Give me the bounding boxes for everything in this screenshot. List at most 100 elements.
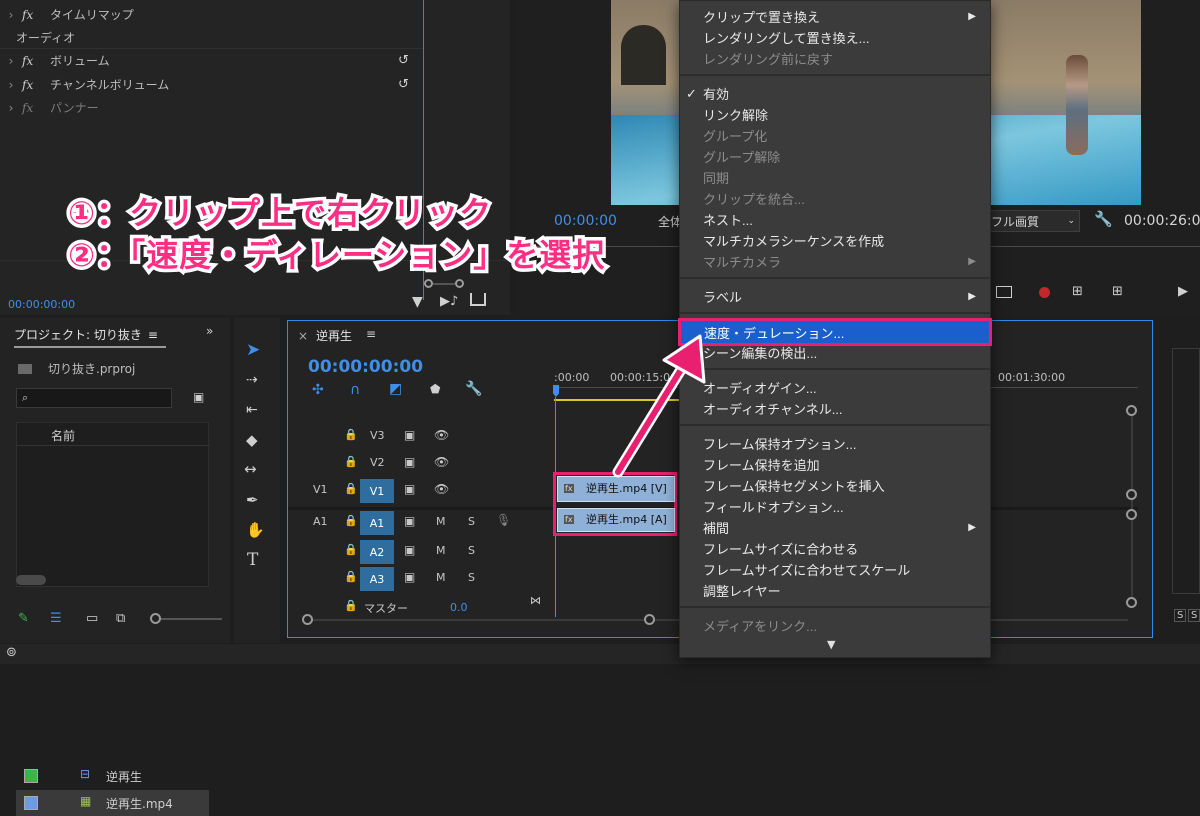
- eye-icon[interactable]: 👁: [434, 482, 449, 496]
- close-icon[interactable]: ×: [298, 329, 308, 343]
- chevron-right-icon[interactable]: ›: [0, 8, 22, 22]
- master-value[interactable]: 0.0: [450, 601, 468, 614]
- eye-icon[interactable]: 👁: [434, 428, 449, 442]
- selection-tool-icon[interactable]: ➤: [246, 340, 260, 360]
- menu-item[interactable]: ラベル ▶: [680, 286, 990, 307]
- timeline-menu-icon[interactable]: ≡: [366, 327, 376, 341]
- menu-item[interactable]: ネスト...: [680, 209, 990, 230]
- linked-selection-icon[interactable]: ◩: [389, 381, 402, 397]
- hand-tool-icon[interactable]: ✋: [246, 521, 265, 539]
- menu-item[interactable]: マルチカメラシーケンスを作成: [680, 230, 990, 251]
- menu-item[interactable]: フレームサイズに合わせる: [680, 538, 990, 559]
- menu-item[interactable]: フレーム保持を追加: [680, 454, 990, 475]
- project-hscroll[interactable]: [16, 575, 46, 585]
- label-color-swatch[interactable]: [24, 796, 38, 810]
- mute-button[interactable]: M: [436, 544, 446, 557]
- snap-icon[interactable]: ∩: [350, 382, 360, 398]
- effect-row[interactable]: › fx チャンネルボリューム ↺: [0, 73, 420, 96]
- ec-scroll-right-handle[interactable]: [455, 279, 464, 288]
- lock-icon[interactable]: 🔒: [344, 514, 358, 527]
- audio-clip[interactable]: fx 逆再生.mp4 [A]: [557, 508, 675, 532]
- camera-icon[interactable]: ▣: [404, 455, 415, 469]
- timeline-vscroll-track[interactable]: [1131, 409, 1133, 599]
- reset-icon[interactable]: ↺: [398, 53, 409, 68]
- mic-icon[interactable]: 🎙: [496, 513, 511, 527]
- new-bin-icon[interactable]: ▣: [193, 390, 204, 404]
- menu-item[interactable]: シーン編集の検出...: [680, 342, 990, 363]
- menu-item[interactable]: レンダリングして置き換え...: [680, 27, 990, 48]
- eye-icon[interactable]: 👁: [434, 455, 449, 469]
- export-icon[interactable]: [470, 293, 486, 306]
- bowtie-icon[interactable]: ⋈: [530, 594, 541, 607]
- multicam-icon[interactable]: ⊞: [1072, 284, 1083, 299]
- track-target-v1[interactable]: V1: [360, 479, 394, 503]
- menu-item[interactable]: 調整レイヤー: [680, 580, 990, 601]
- type-tool-icon[interactable]: T: [247, 550, 258, 570]
- track-target-a1[interactable]: A1: [360, 511, 394, 535]
- menu-item[interactable]: オーディオチャンネル...: [680, 398, 990, 419]
- timeline-settings-icon[interactable]: 🔧: [465, 381, 482, 397]
- voiceover-icon[interactable]: ▣: [404, 570, 415, 584]
- source-patch-a[interactable]: A1: [313, 515, 328, 528]
- pencil-icon[interactable]: ✎: [18, 611, 29, 626]
- more-icon[interactable]: ▶: [1178, 284, 1188, 299]
- list-view-icon[interactable]: ☰: [50, 611, 62, 626]
- panel-expand-icon[interactable]: »: [206, 324, 213, 338]
- timeline-vscroll-bottom[interactable]: [1126, 597, 1137, 608]
- menu-item[interactable]: クリップで置き換え ▶: [680, 6, 990, 27]
- export-frame-icon[interactable]: [996, 286, 1012, 298]
- loop-audio-icon[interactable]: ▶♪: [440, 294, 458, 309]
- lock-icon[interactable]: 🔒: [344, 455, 358, 468]
- effect-row[interactable]: › fx ボリューム ↺: [0, 49, 420, 72]
- lock-icon[interactable]: 🔒: [344, 428, 358, 441]
- voiceover-icon[interactable]: ▣: [404, 543, 415, 557]
- timeline-hscroll-right[interactable]: [644, 614, 655, 625]
- record-icon[interactable]: [1039, 287, 1050, 298]
- razor-tool-icon[interactable]: ◆: [246, 431, 258, 449]
- meter-solo-2[interactable]: S: [1188, 609, 1200, 622]
- solo-button[interactable]: S: [468, 544, 475, 557]
- fx-toggle-icon[interactable]: fx: [22, 8, 44, 22]
- nest-toggle-icon[interactable]: ✣: [312, 382, 324, 398]
- menu-item-speed-duration[interactable]: 速度・デュレーション...: [678, 318, 992, 346]
- menu-item[interactable]: フィールドオプション...: [680, 496, 990, 517]
- menu-item[interactable]: 補間 ▶: [680, 517, 990, 538]
- quality-dropdown[interactable]: フル画質 ⌄: [986, 210, 1080, 232]
- effect-row[interactable]: › fx タイムリマップ: [0, 3, 420, 26]
- menu-item[interactable]: フレーム保持セグメントを挿入: [680, 475, 990, 496]
- mute-button[interactable]: M: [436, 515, 446, 528]
- solo-button[interactable]: S: [468, 515, 475, 528]
- menu-item[interactable]: オーディオゲイン...: [680, 377, 990, 398]
- track-target-a3[interactable]: A3: [360, 567, 394, 591]
- source-patch-v[interactable]: V1: [313, 483, 328, 496]
- ec-scroll-left-handle[interactable]: [424, 279, 433, 288]
- lock-icon[interactable]: 🔒: [344, 570, 358, 583]
- timeline-vscroll-top[interactable]: [1126, 405, 1137, 416]
- meter-solo-1[interactable]: S: [1174, 609, 1187, 622]
- chevron-right-icon[interactable]: ›: [0, 54, 22, 68]
- timeline-vscroll-mid2[interactable]: [1126, 509, 1137, 520]
- project-tab[interactable]: プロジェクト: 切り抜き ≡: [14, 326, 158, 343]
- camera-icon[interactable]: ▣: [404, 428, 415, 442]
- project-item[interactable]: ⊟ 逆再生: [16, 763, 209, 789]
- project-item[interactable]: ▦ 逆再生.mp4: [16, 790, 209, 816]
- slip-tool-icon[interactable]: ↔: [244, 460, 257, 478]
- playhead[interactable]: [553, 385, 559, 397]
- timeline-hscroll-left[interactable]: [302, 614, 313, 625]
- fx-toggle-icon[interactable]: fx: [22, 54, 44, 68]
- zoom-slider-handle[interactable]: [150, 613, 161, 624]
- menu-scroll-down-icon[interactable]: ▼: [827, 638, 835, 651]
- chevron-right-icon[interactable]: ›: [0, 101, 22, 115]
- fx-toggle-icon[interactable]: fx: [22, 101, 44, 115]
- add-marker-icon[interactable]: ⬟: [430, 382, 440, 396]
- name-column-header[interactable]: 名前: [51, 427, 75, 444]
- fx-toggle-icon[interactable]: fx: [22, 78, 44, 92]
- chevron-right-icon[interactable]: ›: [0, 78, 22, 92]
- camera-icon[interactable]: ▣: [404, 482, 415, 496]
- lock-icon[interactable]: 🔒: [344, 543, 358, 556]
- wrench-icon[interactable]: 🔧: [1094, 210, 1113, 228]
- project-search-input[interactable]: ⌕: [16, 388, 172, 408]
- filter-icon[interactable]: ▼: [412, 294, 423, 310]
- ripple-edit-tool-icon[interactable]: ⇤: [246, 402, 258, 418]
- track-target-a2[interactable]: A2: [360, 540, 394, 564]
